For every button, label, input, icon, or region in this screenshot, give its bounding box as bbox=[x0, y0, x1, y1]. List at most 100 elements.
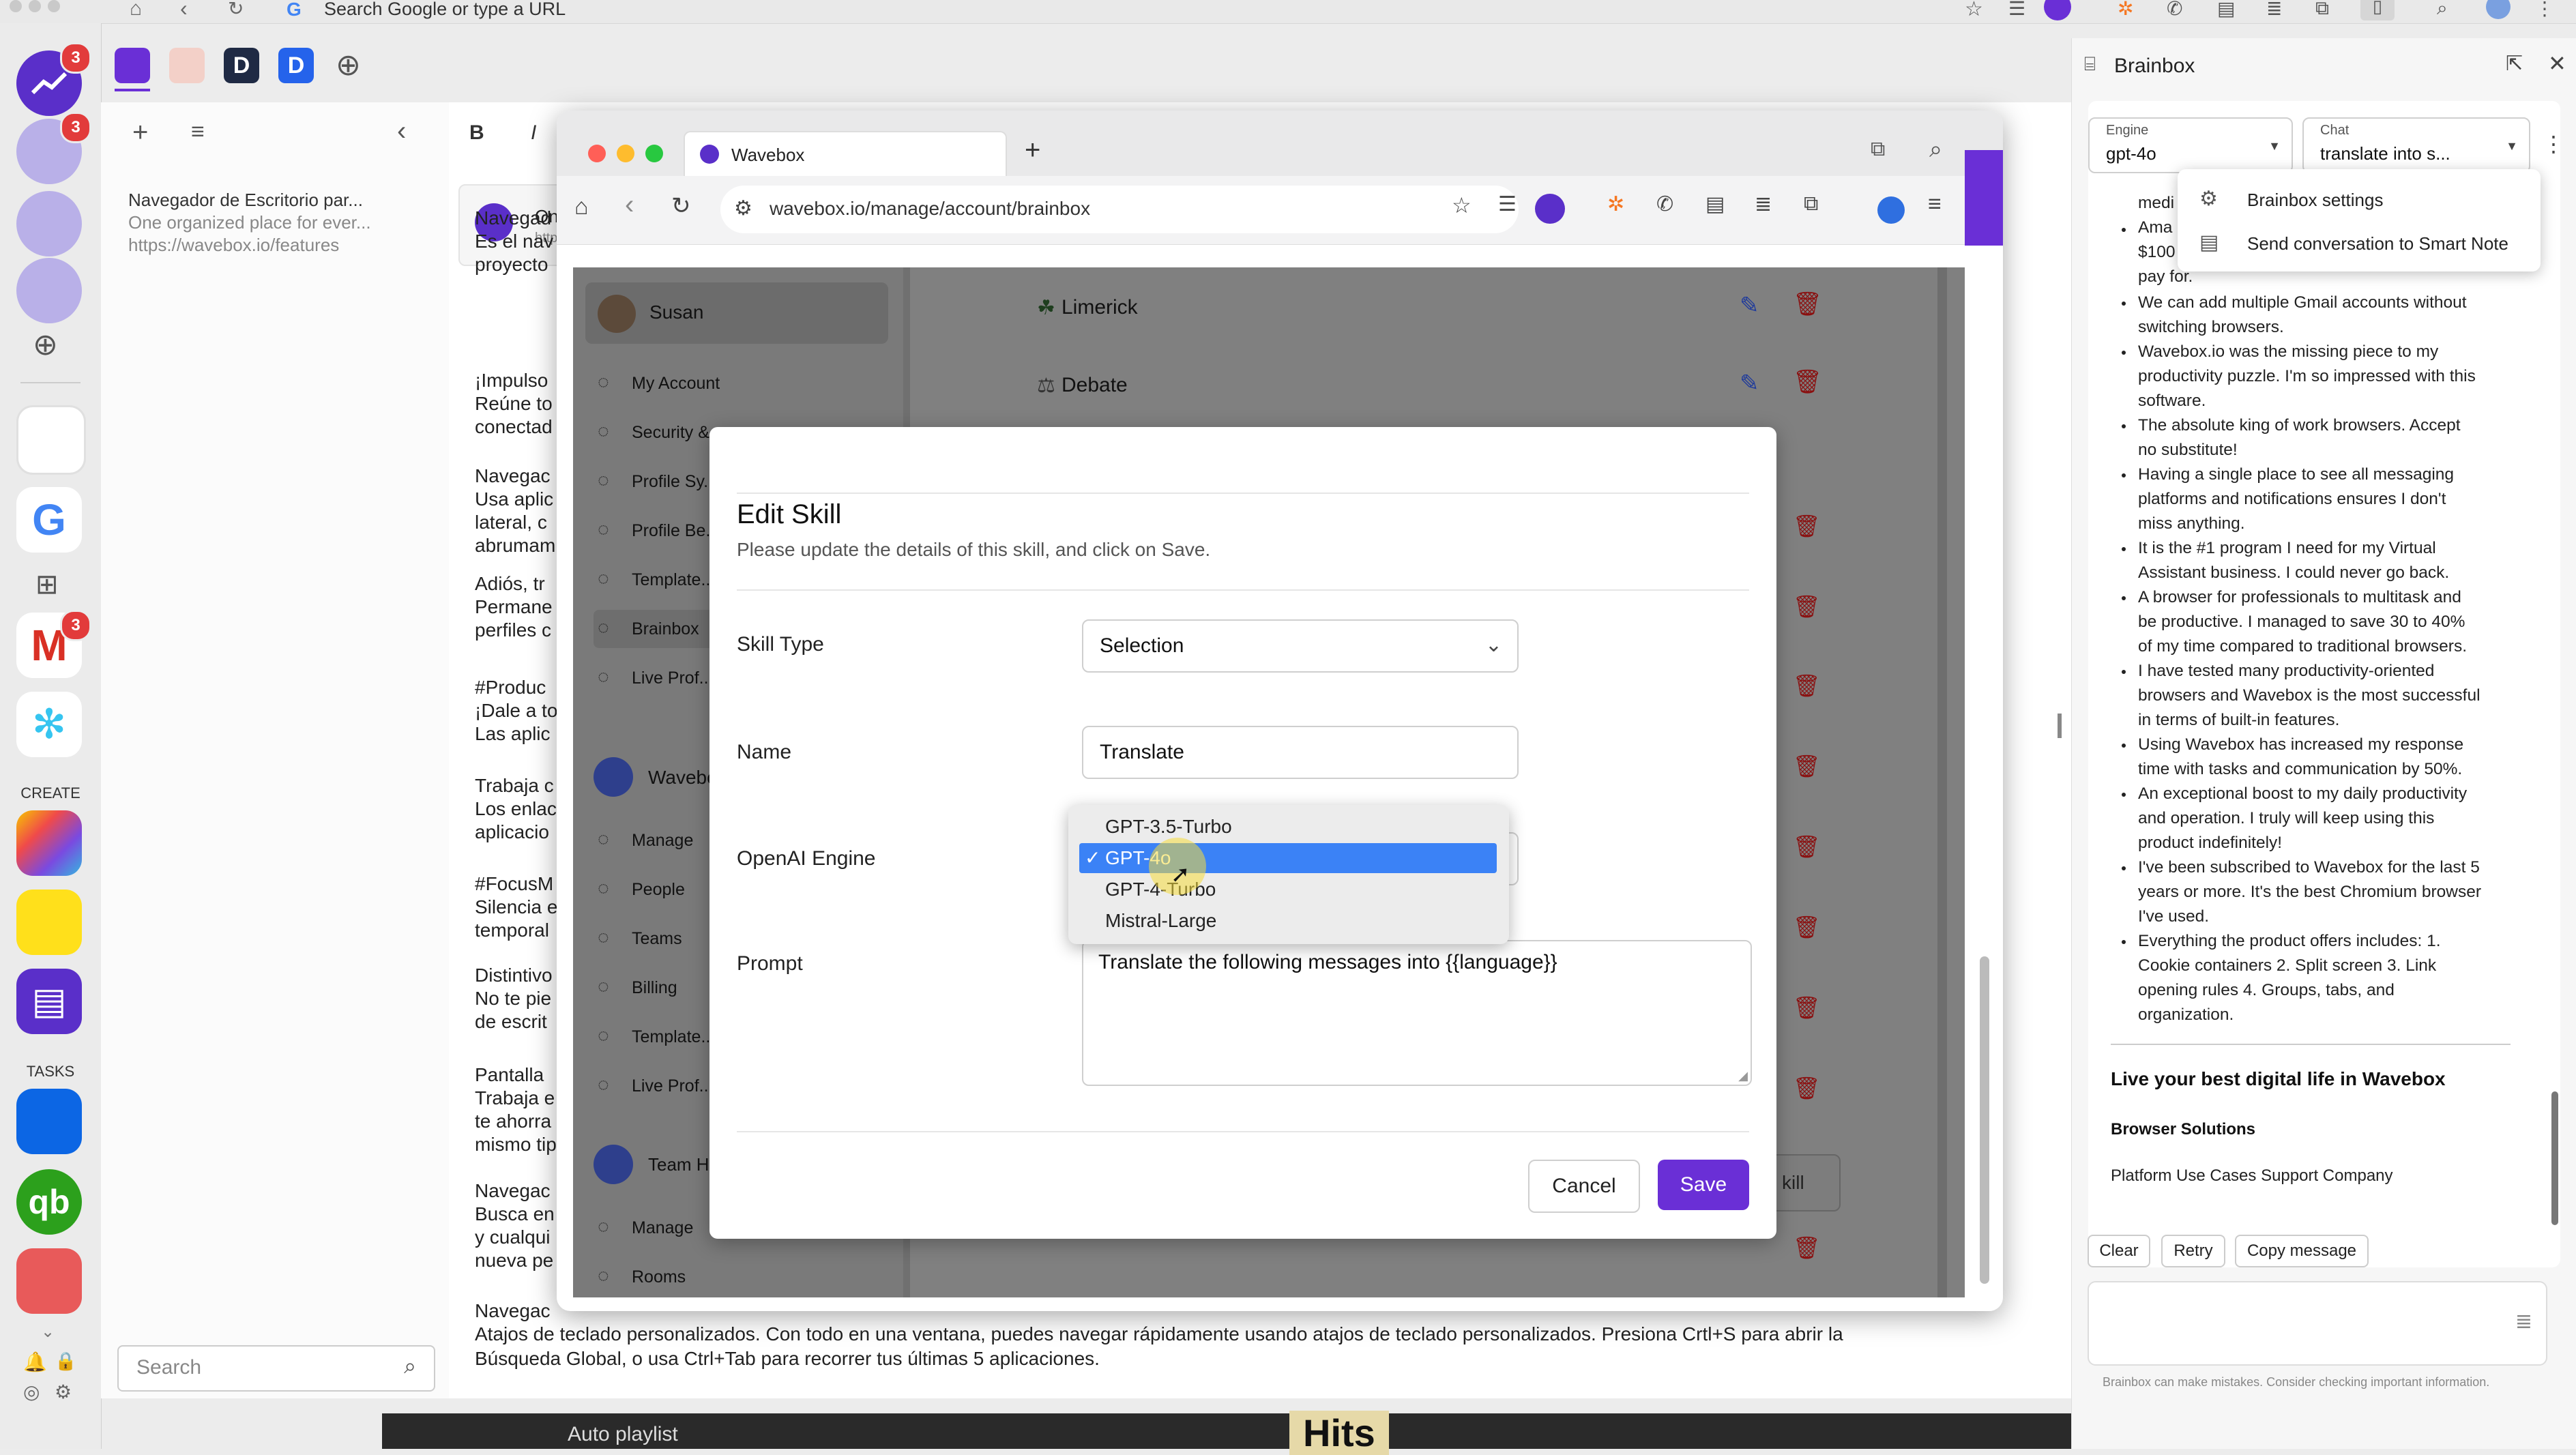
reload-icon[interactable]: ↻ bbox=[671, 192, 691, 220]
back-icon[interactable]: ‹ bbox=[625, 190, 634, 220]
notes-ext-icon[interactable]: ▤ bbox=[1706, 192, 1725, 216]
analytics-ext-icon[interactable] bbox=[1535, 194, 1565, 224]
tab-overview-icon[interactable]: ⧉ bbox=[1871, 138, 1885, 161]
profile-avatar[interactable] bbox=[1877, 196, 1905, 224]
save-button[interactable]: Save bbox=[1658, 1160, 1749, 1210]
delete-icon[interactable]: 🗑 bbox=[1793, 1075, 1821, 1101]
tasks-app-icon[interactable] bbox=[16, 1248, 82, 1314]
scrollbar[interactable] bbox=[1937, 267, 1947, 1297]
engine-option-selected[interactable]: ✓ GPT-4o bbox=[1079, 843, 1497, 873]
delete-icon[interactable]: 🗑 bbox=[1793, 593, 1821, 619]
split-icon[interactable]: ▯ bbox=[2360, 0, 2395, 20]
phone-icon[interactable]: ✆ bbox=[1656, 192, 1673, 216]
delete-icon[interactable]: 🗑 bbox=[1793, 368, 1822, 396]
star-icon[interactable]: ☆ bbox=[1965, 0, 1983, 21]
panel-scrollbar[interactable] bbox=[2551, 1091, 2558, 1225]
search-icon[interactable]: ⌕ bbox=[2437, 0, 2448, 20]
site-info-icon[interactable]: ⚙ bbox=[734, 196, 752, 220]
add-app-icon[interactable]: ⊕ bbox=[33, 327, 58, 362]
note-item[interactable]: Navegador de Escritorio par... One organ… bbox=[128, 190, 428, 256]
lock-icon[interactable]: 🔒 bbox=[55, 1351, 76, 1372]
bell-icon[interactable]: 🔔 bbox=[23, 1351, 47, 1373]
menu-item-brainbox-settings[interactable]: ⚙ Brainbox settings bbox=[2178, 179, 2541, 218]
tab-d-app[interactable]: D bbox=[224, 48, 259, 83]
popout-icon[interactable]: ⇱ bbox=[2506, 52, 2523, 76]
delete-icon[interactable]: 🗑 bbox=[1793, 753, 1821, 779]
mailchimp-app-icon[interactable] bbox=[16, 890, 82, 955]
delete-icon[interactable]: 🗑 bbox=[1793, 834, 1821, 859]
stack-icon[interactable]: ☰ bbox=[2008, 0, 2025, 20]
back-icon[interactable]: ‹ bbox=[180, 0, 188, 21]
delete-icon[interactable]: 🗑 bbox=[1793, 291, 1822, 318]
skill-row[interactable]: ☘ Limerick ✎ 🗑 bbox=[1037, 274, 1828, 342]
italic-button[interactable]: I bbox=[531, 121, 536, 145]
reload-icon[interactable]: ↻ bbox=[228, 0, 244, 20]
media-playlist-label[interactable]: Auto playlist bbox=[568, 1423, 678, 1446]
home-icon[interactable]: ⌂ bbox=[130, 0, 142, 20]
add-note-icon[interactable]: + bbox=[132, 117, 148, 148]
collapse-icon[interactable]: ‹ bbox=[397, 116, 406, 147]
close-window-button[interactable] bbox=[588, 145, 606, 162]
bold-button[interactable]: B bbox=[469, 121, 484, 145]
minimize-window-button[interactable] bbox=[617, 145, 634, 162]
stack-icon[interactable]: ≣ bbox=[2515, 1310, 2532, 1334]
tab-p-app[interactable]: D bbox=[278, 48, 314, 83]
cancel-button[interactable]: Cancel bbox=[1528, 1160, 1640, 1213]
db-icon[interactable]: ≣ bbox=[2266, 0, 2282, 20]
new-tab-icon[interactable]: ⊕ bbox=[336, 48, 361, 83]
chevron-down-icon[interactable]: ⌄ bbox=[41, 1322, 55, 1342]
settings-icon[interactable]: ⚙ bbox=[55, 1381, 72, 1403]
clear-button[interactable]: Clear bbox=[2088, 1235, 2150, 1267]
name-input[interactable]: Translate bbox=[1082, 726, 1519, 779]
sidebar-item[interactable]: ◌ Rooms bbox=[594, 1258, 880, 1296]
tab-notes-app[interactable] bbox=[115, 48, 150, 83]
menu-item-send-to-smart-note[interactable]: ▤ Send conversation to Smart Note bbox=[2178, 222, 2541, 262]
resize-handle-icon[interactable]: ◢ bbox=[1738, 1069, 1748, 1083]
skill-row[interactable]: ⚖ Debate ✎ 🗑 bbox=[1037, 355, 1828, 423]
menu-icon[interactable]: ⋮ bbox=[2535, 0, 2554, 20]
star-icon[interactable]: ☆ bbox=[1452, 192, 1472, 218]
notes-ext-icon[interactable]: ▤ bbox=[2217, 0, 2235, 20]
chat-select[interactable]: Chat translate into s... ▼ bbox=[2302, 117, 2530, 173]
delete-icon[interactable]: 🗑 bbox=[1793, 995, 1821, 1020]
close-icon[interactable]: ✕ bbox=[2548, 50, 2566, 76]
media-group-icon[interactable] bbox=[16, 405, 86, 475]
engine-option[interactable]: Mistral-Large bbox=[1079, 906, 1497, 936]
engine-option[interactable]: GPT-3.5-Turbo bbox=[1079, 812, 1497, 842]
skill-type-select[interactable]: Selection ⌄ bbox=[1082, 619, 1519, 673]
split-handle[interactable] bbox=[2058, 714, 2062, 738]
hubspot-icon[interactable]: ✲ bbox=[2118, 0, 2133, 20]
delete-icon[interactable]: 🗑 bbox=[1793, 1235, 1821, 1261]
pinwheel-app-icon[interactable] bbox=[16, 810, 82, 876]
slack-app-icon[interactable]: ✻ bbox=[16, 692, 82, 757]
brush-app-icon[interactable] bbox=[16, 191, 82, 256]
tab-search-icon[interactable]: ⌕ bbox=[1929, 136, 1942, 163]
zoom-window-button[interactable] bbox=[645, 145, 663, 162]
prompt-textarea[interactable]: Translate the following messages into {{… bbox=[1082, 940, 1752, 1086]
address-bar[interactable]: ⚙ wavebox.io/manage/account/brainbox bbox=[720, 186, 1519, 233]
grid-app-icon[interactable]: ⊞ bbox=[35, 569, 59, 600]
delete-icon[interactable]: 🗑 bbox=[1793, 673, 1821, 699]
trello-app-icon[interactable] bbox=[16, 1089, 82, 1154]
sidebar-item[interactable]: ◌ My Account bbox=[594, 364, 880, 402]
retry-button[interactable]: Retry bbox=[2161, 1235, 2225, 1267]
db-icon[interactable]: ≣ bbox=[1755, 192, 1772, 216]
tab-orange-app[interactable] bbox=[169, 48, 205, 83]
omnibox-placeholder[interactable]: Search Google or type a URL bbox=[324, 0, 566, 18]
tab-wavebox[interactable]: Wavebox bbox=[684, 131, 1007, 177]
notes-search[interactable]: Search ⌕ bbox=[117, 1345, 435, 1392]
analytics-ext-icon[interactable] bbox=[2044, 0, 2071, 20]
google-app-icon[interactable]: G bbox=[16, 487, 82, 553]
puzzle-icon[interactable]: ⧉ bbox=[1804, 192, 1818, 216]
edit-icon[interactable]: ✎ bbox=[1740, 370, 1759, 397]
compass-icon[interactable]: ◎ bbox=[23, 1381, 40, 1403]
notes-search-input[interactable]: Search bbox=[136, 1356, 201, 1379]
edit-icon[interactable]: ✎ bbox=[1740, 292, 1759, 319]
user-row[interactable]: Susan bbox=[585, 282, 888, 344]
home-app-icon[interactable] bbox=[16, 258, 82, 323]
add-skill-button[interactable]: kill bbox=[1767, 1154, 1841, 1211]
engine-select[interactable]: Engine gpt-4o ▼ bbox=[2088, 117, 2293, 173]
home-icon[interactable]: ⌂ bbox=[574, 194, 589, 220]
hubspot-icon[interactable]: ✲ bbox=[1607, 192, 1624, 216]
window-scrollbar[interactable] bbox=[1980, 956, 1989, 1284]
